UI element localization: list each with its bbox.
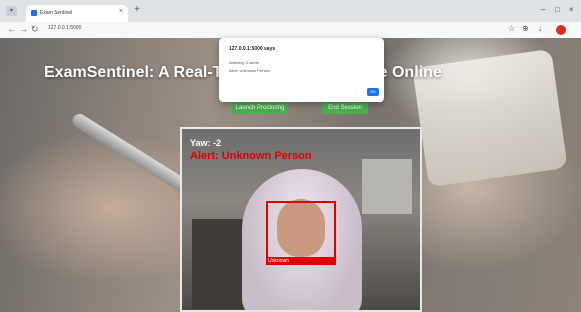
yaw-readout: Yaw: -2 [190,138,222,148]
tab-title: Exam Sentinel [40,10,73,16]
address-bar[interactable]: 127.0.0.1:5000 [48,25,81,31]
alert-title: 127.0.0.1:5000 says [229,46,276,52]
room-window [362,159,412,214]
browser-window: ▾ Exam Sentinel × + – □ × ← → ↻ 127.0.0.… [0,0,581,312]
star-icon[interactable]: ☆ [508,24,515,33]
close-window-button[interactable]: × [569,5,574,14]
back-arrow-icon[interactable]: ← [7,24,16,34]
reload-icon[interactable]: ↻ [31,24,39,35]
launch-proctoring-button[interactable]: Launch Proctoring [232,103,288,114]
alert-message-line: Warning: 2 alerts [229,60,260,65]
tab-search-button[interactable]: ▾ [6,6,17,16]
tab-close-icon[interactable]: × [119,8,123,15]
extensions-icon[interactable]: ⊕ [522,24,529,33]
camera-alert-text: Alert: Unknown Person [190,150,312,162]
alert-ok-button[interactable]: OK [367,88,379,96]
tab-bar: ▾ Exam Sentinel × + – □ × [0,0,581,22]
browser-tab[interactable]: Exam Sentinel × [26,5,128,22]
browser-toolbar: ← → ↻ 127.0.0.1:5000 ☆ ⊕ ↓ [0,22,581,39]
minimize-button[interactable]: – [541,5,545,14]
profile-avatar[interactable] [556,25,566,35]
maximize-button[interactable]: □ [555,5,560,14]
alert-dialog: 127.0.0.1:5000 says Warning: 2 alerts Al… [219,38,384,102]
face-bounding-box [266,201,336,261]
favicon-icon [31,10,37,16]
download-icon[interactable]: ↓ [538,24,542,33]
webcam-feed: Yaw: -2 Alert: Unknown Person Unknown [180,127,422,312]
new-tab-button[interactable]: + [134,4,140,15]
end-session-button[interactable]: End Session [322,103,368,114]
forward-arrow-icon[interactable]: → [19,24,28,34]
face-label: Unknown [266,257,336,265]
alert-message-line: Alert: Unknown Person [229,68,270,73]
